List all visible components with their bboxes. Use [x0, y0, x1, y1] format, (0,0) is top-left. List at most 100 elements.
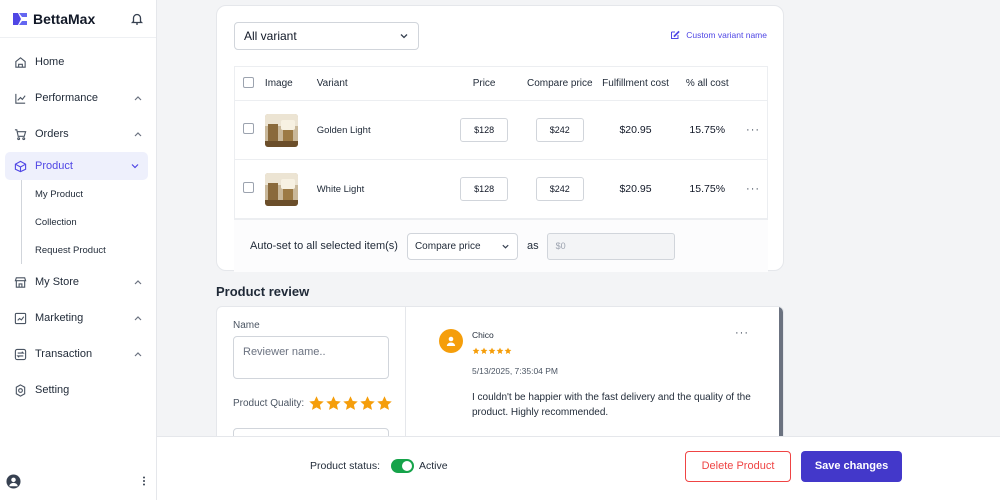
- col-fulfillment-cost: Fulfillment cost: [602, 78, 669, 89]
- reviewer-name-label: Name: [233, 320, 260, 331]
- transaction-icon: [14, 348, 27, 360]
- custom-variant-name-label: Custom variant name: [686, 30, 767, 40]
- row-select-cell: [235, 182, 265, 196]
- variants-table: Image Variant Price Compare price Fulfil…: [234, 66, 768, 219]
- star-icon[interactable]: [308, 395, 325, 412]
- autoset-field-value: Compare price: [414, 240, 481, 252]
- select-all-checkbox[interactable]: [243, 76, 254, 88]
- autoset-as-label: as: [526, 240, 539, 252]
- star-icon: [472, 347, 480, 354]
- review-text: I couldn't be happier with the fast deli…: [472, 392, 751, 418]
- price-input[interactable]: $128: [460, 177, 509, 201]
- delete-product-button[interactable]: Delete Product: [685, 451, 791, 482]
- col-variant: Variant: [316, 78, 348, 89]
- row-checkbox[interactable]: [243, 123, 254, 134]
- fulfillment-cost: $20.95: [619, 124, 652, 136]
- sidebar-item-marketing[interactable]: Marketing: [0, 300, 156, 336]
- table-header: Image Variant Price Compare price Fulfil…: [235, 67, 767, 101]
- review-scrollbar[interactable]: [779, 307, 783, 445]
- chevron-down-icon: [502, 244, 509, 249]
- variant-image-cell: [264, 113, 317, 147]
- variant-image-cell: [264, 172, 317, 206]
- sidebar-item-home[interactable]: Home: [0, 44, 156, 80]
- sidebar: BettaMax Home Performance Orders Product…: [0, 0, 157, 500]
- sidebar-item-my-store[interactable]: My Store: [0, 264, 156, 300]
- table-row: Golden Light $128 $242 $20.95 15.75% ···: [235, 101, 767, 160]
- sidebar-item-label: Product: [35, 160, 73, 172]
- row-actions-cell: ···: [739, 183, 767, 195]
- reviewer-name-input[interactable]: Reviewer name..: [233, 336, 389, 379]
- store-icon: [14, 276, 27, 288]
- custom-variant-name-link[interactable]: Custom variant name: [670, 30, 767, 40]
- product-status-value: Active: [419, 460, 448, 472]
- user-icon: [446, 336, 456, 346]
- autoset-field-select[interactable]: Compare price: [406, 232, 518, 260]
- select-all-cell: [235, 76, 265, 91]
- compare-price-cell: $242: [524, 177, 596, 201]
- sidebar-item-orders[interactable]: Orders: [0, 116, 156, 152]
- sidebar-item-performance[interactable]: Performance: [0, 80, 156, 116]
- sidebar-item-transaction[interactable]: Transaction: [0, 336, 156, 372]
- row-actions-cell: ···: [739, 124, 767, 136]
- star-icon: [488, 347, 496, 354]
- edit-icon: [671, 30, 680, 39]
- save-changes-button[interactable]: Save changes: [801, 451, 902, 482]
- price-input[interactable]: $128: [460, 118, 509, 142]
- sidebar-item-product[interactable]: Product: [5, 152, 148, 180]
- review-star-rating: [472, 347, 512, 355]
- row-checkbox[interactable]: [243, 182, 254, 193]
- autoset-value-input[interactable]: $0: [546, 232, 675, 260]
- quality-star-rating[interactable]: [308, 395, 393, 412]
- bell-icon[interactable]: [130, 12, 144, 26]
- variants-card: All variant Custom variant name Image Va…: [216, 5, 784, 272]
- chevron-up-icon: [134, 96, 142, 101]
- more-horizontal-icon[interactable]: ···: [746, 124, 760, 136]
- product-status-toggle[interactable]: [391, 459, 414, 473]
- submenu-item-request-product[interactable]: Request Product: [35, 236, 156, 264]
- chart-icon: [15, 93, 26, 104]
- brand-name: BettaMax: [33, 10, 96, 27]
- col-pct-all-cost: % all cost: [685, 78, 729, 89]
- variant-name: Golden Light: [316, 124, 371, 136]
- compare-price-input[interactable]: $242: [535, 177, 584, 201]
- review-section-title: Product review: [216, 284, 310, 299]
- autoset-bar: Auto-set to all selected item(s) Compare…: [234, 219, 768, 272]
- sidebar-footer: [0, 462, 156, 500]
- review-author: Chico: [472, 330, 494, 340]
- col-compare-price: Compare price: [527, 78, 593, 89]
- variant-name: White Light: [316, 183, 365, 195]
- product-status-label: Product status:: [310, 460, 381, 472]
- more-vertical-icon[interactable]: [138, 475, 150, 487]
- user-avatar-icon[interactable]: [6, 473, 21, 489]
- more-horizontal-icon[interactable]: ···: [735, 327, 749, 339]
- reviewer-avatar: [439, 329, 463, 353]
- chevron-down-icon: [400, 34, 408, 39]
- sidebar-nav: Home Performance Orders Product My Produ…: [0, 38, 156, 408]
- star-icon[interactable]: [359, 395, 376, 412]
- sidebar-item-label: Marketing: [35, 312, 84, 324]
- product-thumbnail: [264, 113, 298, 147]
- sidebar-item-label: Setting: [35, 384, 70, 396]
- autoset-label: Auto-set to all selected item(s): [250, 240, 398, 252]
- gear-icon: [15, 383, 26, 397]
- product-submenu: My Product Collection Request Product: [21, 180, 156, 264]
- submenu-item-collection[interactable]: Collection: [35, 208, 156, 236]
- variant-filter-select[interactable]: All variant: [234, 22, 419, 50]
- star-icon[interactable]: [376, 395, 393, 412]
- bettamax-logo-icon: [13, 12, 27, 25]
- product-quality-label: Product Quality:: [233, 398, 305, 409]
- col-price: Price: [472, 78, 496, 89]
- compare-price-cell: $242: [524, 118, 596, 142]
- star-icon[interactable]: [325, 395, 342, 412]
- sidebar-item-label: Performance: [35, 92, 98, 104]
- sidebar-item-setting[interactable]: Setting: [0, 372, 156, 408]
- sidebar-item-label: Transaction: [35, 348, 93, 360]
- more-horizontal-icon[interactable]: ···: [746, 183, 760, 195]
- bottom-action-bar: Product status: Active Delete Product Sa…: [157, 436, 1000, 500]
- star-icon: [504, 347, 512, 354]
- chevron-up-icon: [134, 316, 142, 321]
- star-icon[interactable]: [342, 395, 359, 412]
- chevron-down-icon: [131, 164, 139, 169]
- submenu-item-my-product[interactable]: My Product: [35, 180, 156, 208]
- compare-price-input[interactable]: $242: [535, 118, 584, 142]
